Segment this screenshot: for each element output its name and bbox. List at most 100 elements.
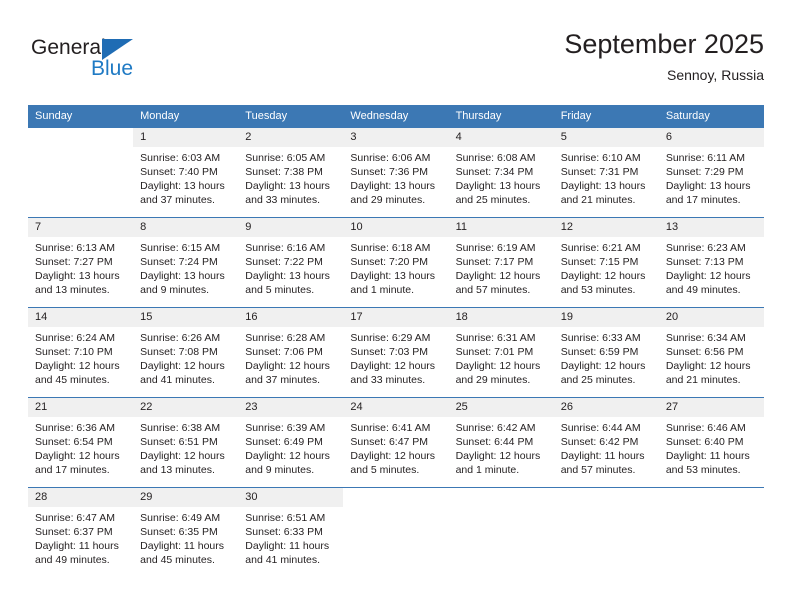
calendar-day-cell[interactable]: 22 Sunrise: 6:38 AM Sunset: 6:51 PM Dayligh… (133, 397, 239, 488)
calendar-day-cell[interactable]: 17 Sunrise: 6:29 AM Sunset: 7:03 PM Dayligh… (343, 307, 449, 398)
day-details: Sunrise: 6:15 AM Sunset: 7:24 PM Daylight:… (133, 237, 238, 297)
daylight-text-line2: and 17 minutes. (35, 464, 110, 476)
calendar-day-cell[interactable]: 10 Sunrise: 6:18 AM Sunset: 7:20 PM Dayligh… (343, 217, 449, 308)
calendar-day-cell-empty (28, 128, 134, 218)
sunrise-text: Sunrise: 6:16 AM (245, 242, 326, 254)
calendar-day-cell-empty (658, 487, 764, 577)
daylight-text-line2: and 21 minutes. (665, 374, 741, 386)
calendar-body: 1 Sunrise: 6:03 AM Sunset: 7:40 PM Daylight… (28, 128, 764, 577)
calendar-day-cell[interactable]: 8 Sunrise: 6:15 AM Sunset: 7:24 PM Daylight… (133, 217, 239, 308)
day-details: Sunrise: 6:16 AM Sunset: 7:22 PM Daylight:… (238, 237, 343, 297)
calendar-day-cell[interactable]: 6 Sunrise: 6:11 AM Sunset: 7:29 PM Daylight… (658, 128, 764, 218)
sunset-text: Sunset: 7:34 PM (455, 166, 534, 178)
daylight-text-line1: Daylight: 12 hours (665, 360, 751, 372)
day-number: 26 (553, 398, 659, 417)
day-details: Sunrise: 6:18 AM Sunset: 7:20 PM Daylight:… (343, 237, 448, 297)
day-number: 5 (553, 128, 659, 147)
calendar-day-cell[interactable]: 1 Sunrise: 6:03 AM Sunset: 7:40 PM Daylight… (133, 128, 239, 218)
calendar-day-cell[interactable]: 2 Sunrise: 6:05 AM Sunset: 7:38 PM Daylight… (238, 128, 344, 218)
weekday-header-sunday: Sunday (28, 105, 134, 128)
day-number: 13 (658, 218, 764, 237)
day-number: 11 (448, 218, 554, 237)
daylight-text-line1: Daylight: 13 hours (35, 270, 120, 282)
sunrise-text: Sunrise: 6:19 AM (455, 242, 536, 254)
calendar-day-cell[interactable]: 24 Sunrise: 6:41 AM Sunset: 6:47 PM Dayligh… (343, 397, 449, 488)
daylight-text-line2: and 53 minutes. (560, 284, 636, 296)
sunrise-text: Sunrise: 6:49 AM (140, 512, 221, 524)
calendar-day-cell[interactable]: 19 Sunrise: 6:33 AM Sunset: 6:59 PM Dayligh… (553, 307, 659, 398)
daylight-text-line2: and 13 minutes. (35, 284, 110, 296)
daylight-text-line1: Daylight: 12 hours (350, 450, 436, 462)
calendar-day-cell[interactable]: 11 Sunrise: 6:19 AM Sunset: 7:17 PM Dayligh… (448, 217, 554, 308)
day-number: 20 (658, 308, 764, 327)
day-number: 24 (343, 398, 449, 417)
calendar-day-cell[interactable]: 21 Sunrise: 6:36 AM Sunset: 6:54 PM Dayligh… (28, 397, 134, 488)
weekday-header-friday: Friday (553, 105, 659, 128)
daylight-text-line2: and 1 minute. (350, 284, 415, 296)
sunset-text: Sunset: 6:35 PM (140, 526, 218, 538)
daylight-text-line1: Daylight: 12 hours (560, 270, 646, 282)
day-number: 6 (658, 128, 764, 147)
generalblue-logo[interactable]: General Blue (31, 36, 181, 92)
sunset-text: Sunset: 7:13 PM (665, 256, 744, 268)
calendar-day-cell[interactable]: 16 Sunrise: 6:28 AM Sunset: 7:06 PM Dayligh… (238, 307, 344, 398)
weekday-header-monday: Monday (133, 105, 239, 128)
calendar-day-cell[interactable]: 20 Sunrise: 6:34 AM Sunset: 6:56 PM Dayligh… (658, 307, 764, 398)
day-details: Sunrise: 6:23 AM Sunset: 7:13 PM Daylight:… (659, 237, 764, 297)
day-number: 23 (238, 398, 344, 417)
sunrise-text: Sunrise: 6:47 AM (35, 512, 115, 524)
daylight-text-line1: Daylight: 12 hours (350, 360, 436, 372)
calendar-day-cell[interactable]: 25 Sunrise: 6:42 AM Sunset: 6:44 PM Dayligh… (448, 397, 554, 488)
calendar-day-cell[interactable]: 9 Sunrise: 6:16 AM Sunset: 7:22 PM Daylight… (238, 217, 344, 308)
day-details: Sunrise: 6:47 AM Sunset: 6:37 PM Daylight:… (28, 507, 133, 567)
daylight-text-line2: and 5 minutes. (245, 284, 315, 296)
daylight-text-line1: Daylight: 13 hours (665, 180, 751, 192)
calendar-day-cell[interactable]: 23 Sunrise: 6:39 AM Sunset: 6:49 PM Dayligh… (238, 397, 344, 488)
sunrise-text: Sunrise: 6:44 AM (560, 422, 641, 434)
daylight-text-line1: Daylight: 12 hours (35, 360, 120, 372)
day-details: Sunrise: 6:34 AM Sunset: 6:56 PM Daylight:… (659, 327, 764, 387)
calendar-day-cell[interactable]: 12 Sunrise: 6:21 AM Sunset: 7:15 PM Dayligh… (553, 217, 659, 308)
daylight-text-line1: Daylight: 12 hours (35, 450, 120, 462)
day-number: 27 (658, 398, 764, 417)
calendar-day-cell[interactable]: 15 Sunrise: 6:26 AM Sunset: 7:08 PM Dayligh… (133, 307, 239, 398)
sunrise-text: Sunrise: 6:11 AM (665, 152, 746, 164)
sunrise-text: Sunrise: 6:15 AM (140, 242, 221, 254)
daylight-text-line1: Daylight: 13 hours (245, 180, 330, 192)
calendar-day-cell[interactable]: 18 Sunrise: 6:31 AM Sunset: 7:01 PM Dayligh… (448, 307, 554, 398)
daylight-text-line1: Daylight: 12 hours (455, 450, 541, 462)
daylight-text-line1: Daylight: 13 hours (140, 180, 225, 192)
sunset-text: Sunset: 7:24 PM (140, 256, 218, 268)
daylight-text-line1: Daylight: 12 hours (245, 450, 330, 462)
daylight-text-line1: Daylight: 12 hours (455, 360, 541, 372)
calendar-day-cell[interactable]: 28 Sunrise: 6:47 AM Sunset: 6:37 PM Dayligh… (28, 487, 134, 577)
sunset-text: Sunset: 6:37 PM (35, 526, 113, 538)
day-number: 2 (238, 128, 344, 147)
calendar-day-cell[interactable]: 13 Sunrise: 6:23 AM Sunset: 7:13 PM Dayligh… (658, 217, 764, 308)
sunset-text: Sunset: 7:40 PM (140, 166, 218, 178)
calendar-day-cell[interactable]: 4 Sunrise: 6:08 AM Sunset: 7:34 PM Daylight… (448, 128, 554, 218)
day-details: Sunrise: 6:38 AM Sunset: 6:51 PM Daylight:… (133, 417, 238, 477)
calendar-day-cell[interactable]: 14 Sunrise: 6:24 AM Sunset: 7:10 PM Dayligh… (28, 307, 134, 398)
calendar-day-cell[interactable]: 29 Sunrise: 6:49 AM Sunset: 6:35 PM Dayligh… (133, 487, 239, 577)
daylight-text-line1: Daylight: 12 hours (665, 270, 751, 282)
sunset-text: Sunset: 7:27 PM (35, 256, 113, 268)
calendar-day-cell[interactable]: 30 Sunrise: 6:51 AM Sunset: 6:33 PM Dayligh… (238, 487, 344, 577)
calendar-day-cell[interactable]: 27 Sunrise: 6:46 AM Sunset: 6:40 PM Dayligh… (658, 397, 764, 488)
calendar-day-cell[interactable]: 26 Sunrise: 6:44 AM Sunset: 6:42 PM Dayligh… (553, 397, 659, 488)
calendar-day-cell-empty (553, 487, 659, 577)
day-details: Sunrise: 6:46 AM Sunset: 6:40 PM Daylight:… (659, 417, 764, 477)
daylight-text-line1: Daylight: 12 hours (560, 360, 646, 372)
sunset-text: Sunset: 7:08 PM (140, 346, 218, 358)
calendar-day-cell[interactable]: 7 Sunrise: 6:13 AM Sunset: 7:27 PM Daylight… (28, 217, 134, 308)
daylight-text-line2: and 29 minutes. (455, 374, 531, 386)
calendar-table: Sunday Monday Tuesday Wednesday Thursday… (28, 105, 764, 577)
weekday-header-wednesday: Wednesday (343, 105, 449, 128)
daylight-text-line2: and 57 minutes. (560, 464, 636, 476)
day-number: 29 (133, 488, 239, 507)
day-number: 18 (448, 308, 554, 327)
day-number: 17 (343, 308, 449, 327)
calendar-day-cell[interactable]: 5 Sunrise: 6:10 AM Sunset: 7:31 PM Daylight… (553, 128, 659, 218)
calendar-day-cell[interactable]: 3 Sunrise: 6:06 AM Sunset: 7:36 PM Daylight… (343, 128, 449, 218)
day-number: 9 (238, 218, 344, 237)
